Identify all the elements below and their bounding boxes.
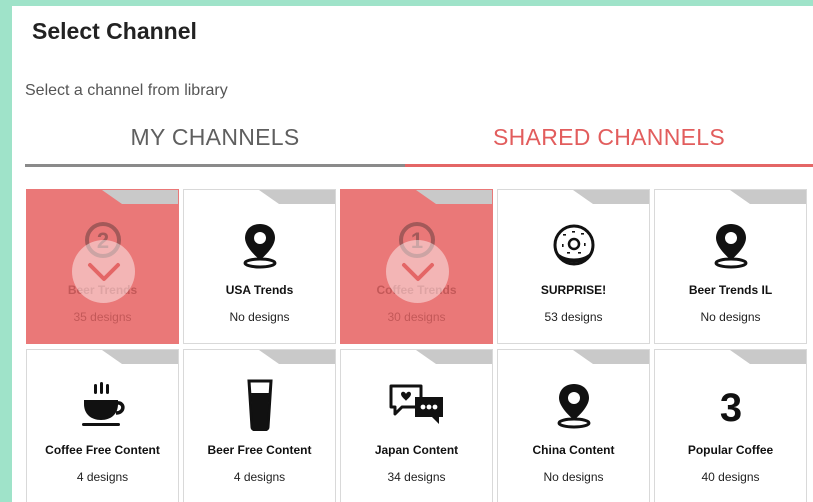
map-pin-icon (184, 220, 335, 270)
channel-design-count: 4 designs (233, 470, 286, 484)
channel-name: Beer Free Content (207, 443, 312, 457)
map-pin-icon (655, 220, 806, 270)
map-pin-icon (498, 380, 649, 430)
coffee-cup-icon (27, 380, 178, 430)
number-3-icon: 3 (655, 380, 806, 430)
beer-glass-icon (184, 379, 335, 431)
folder-tab-decoration (573, 190, 649, 204)
channel-design-count: 34 designs (387, 470, 446, 484)
channel-card-beer-trends[interactable]: 2 Beer Trends 35 designs (26, 189, 179, 344)
channel-design-count: 30 designs (387, 310, 446, 324)
tab-my-channels[interactable]: MY CHANNELS (25, 110, 405, 167)
page-subtitle: Select a channel from library (25, 82, 228, 99)
channel-name: SURPRISE! (540, 283, 607, 297)
select-channel-panel: Select Channel Select a channel from lib… (12, 6, 813, 502)
channel-design-count: 53 designs (544, 310, 603, 324)
channel-card-popular-coffee[interactable]: 3 Popular Coffee 40 designs (654, 349, 807, 502)
folder-tab-decoration (573, 350, 649, 364)
channel-card-china-content[interactable]: China Content No designs (497, 349, 650, 502)
channel-card-beer-trends-il[interactable]: Beer Trends IL No designs (654, 189, 807, 344)
checkmark-icon (72, 240, 135, 303)
channel-design-count: No designs (543, 470, 604, 484)
channel-card-beer-free-content[interactable]: Beer Free Content 4 designs (183, 349, 336, 502)
page-title: Select Channel (32, 18, 197, 44)
svg-text:3: 3 (719, 386, 741, 428)
channel-name: China Content (532, 443, 615, 457)
folder-tab-decoration (102, 350, 178, 364)
channel-name: Beer Trends IL (688, 283, 773, 297)
channel-card-usa-trends[interactable]: USA Trends No designs (183, 189, 336, 344)
channel-name: Coffee Free Content (45, 443, 160, 457)
channel-card-japan-content[interactable]: Japan Content 34 designs (340, 349, 493, 502)
folder-tab-decoration (102, 190, 178, 204)
tab-shared-channels[interactable]: SHARED CHANNELS (405, 110, 813, 167)
channel-name: Popular Coffee (687, 443, 774, 457)
channel-design-count: No designs (229, 310, 290, 324)
channel-design-count: 4 designs (76, 470, 129, 484)
folder-tab-decoration (730, 190, 806, 204)
folder-tab-decoration (416, 350, 492, 364)
folder-tab-decoration (416, 190, 492, 204)
chat-bubbles-icon (341, 380, 492, 430)
channel-design-count: 35 designs (73, 310, 132, 324)
folder-tab-decoration (259, 350, 335, 364)
checkmark-icon (386, 240, 449, 303)
channel-name: USA Trends (225, 283, 294, 297)
channel-name: Japan Content (374, 443, 459, 457)
channel-design-count: No designs (700, 310, 761, 324)
channel-card-coffee-trends[interactable]: 1 Coffee Trends 30 designs (340, 189, 493, 344)
donut-icon (498, 220, 649, 270)
channel-card-coffee-free-content[interactable]: Coffee Free Content 4 designs (26, 349, 179, 502)
channel-grid: 2 Beer Trends 35 designs USA Trends No d… (26, 189, 807, 502)
channel-design-count: 40 designs (701, 470, 760, 484)
channel-tabs: MY CHANNELS SHARED CHANNELS (25, 110, 813, 167)
channel-card-surprise[interactable]: SURPRISE! 53 designs (497, 189, 650, 344)
folder-tab-decoration (730, 350, 806, 364)
folder-tab-decoration (259, 190, 335, 204)
